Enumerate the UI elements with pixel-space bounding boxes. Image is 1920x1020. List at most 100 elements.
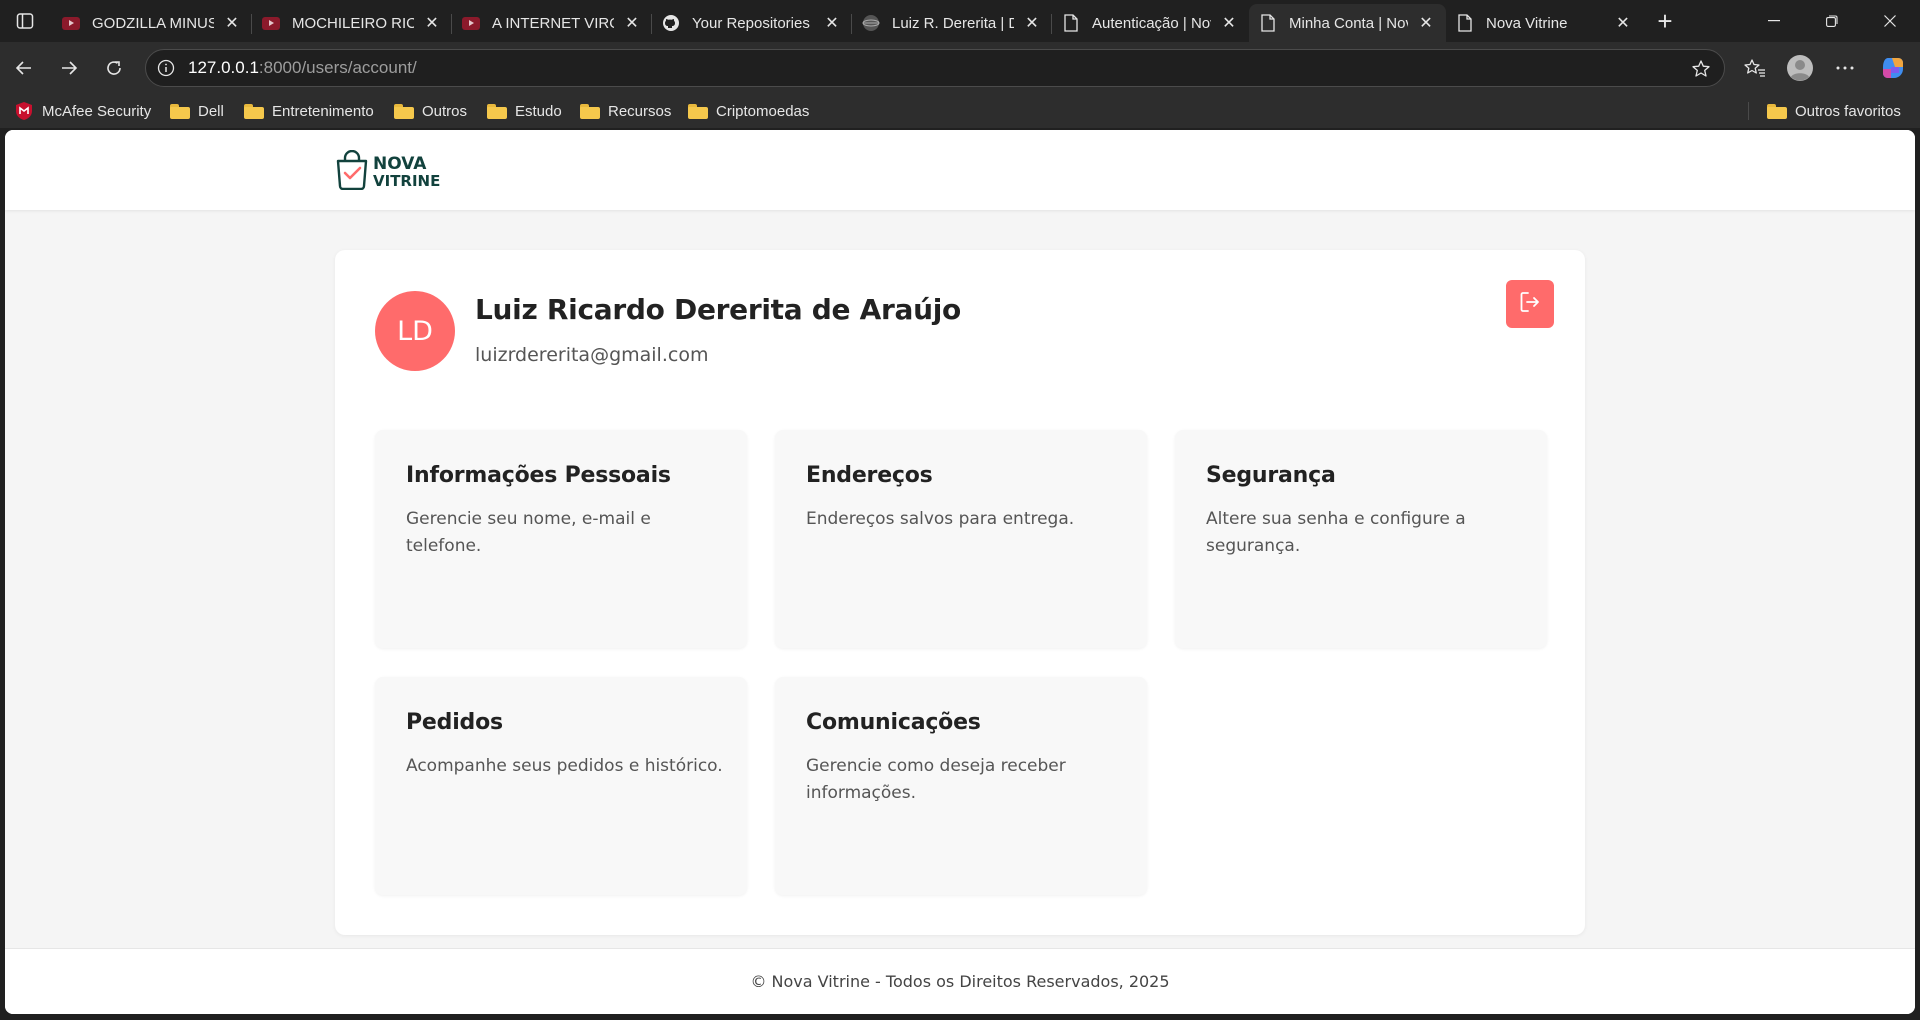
close-icon[interactable]: ✕ — [822, 13, 842, 33]
close-icon[interactable]: ✕ — [622, 13, 642, 33]
close-icon[interactable]: ✕ — [1219, 13, 1239, 33]
section-title: Informações Pessoais — [406, 463, 671, 488]
section-description: Altere sua senha e configure a segurança… — [1206, 509, 1466, 556]
account-card: LD Luiz Ricardo Dererita de Araújo luizr… — [335, 250, 1585, 935]
section-seguranca[interactable]: Segurança Altere sua senha e configure a… — [1175, 430, 1547, 648]
tab-title: MOCHILEIRO RICK — [292, 14, 414, 32]
page-icon — [1259, 14, 1277, 32]
close-icon[interactable]: ✕ — [422, 13, 442, 33]
section-description: Endereços salvos para entrega. — [806, 509, 1075, 529]
site-logo[interactable]: NOVA VITRINE — [335, 149, 441, 195]
browser-toolbar: 127.0.0.1:8000/users/account/ — [0, 42, 1920, 94]
favorites-icon[interactable] — [1738, 51, 1772, 85]
close-icon[interactable]: ✕ — [1416, 13, 1436, 33]
tab-actions-icon[interactable] — [10, 8, 40, 34]
folder-icon — [580, 103, 600, 119]
section-informacoes-pessoais[interactable]: Informações Pessoais Gerencie seu nome, … — [375, 430, 747, 648]
url-host: 127.0.0.1 — [188, 58, 259, 77]
bookmark-folder-outros[interactable]: Outros — [394, 94, 467, 128]
youtube-icon — [462, 14, 480, 32]
site-footer: © Nova Vitrine - Todos os Direitos Reser… — [5, 948, 1915, 1014]
forward-button[interactable] — [52, 51, 86, 85]
globe-icon — [862, 14, 880, 32]
tab-internet[interactable]: A INTERNET VIROU ✕ — [452, 4, 652, 42]
user-email: luizrdererita@gmail.com — [475, 344, 709, 366]
address-bar[interactable]: 127.0.0.1:8000/users/account/ — [145, 49, 1725, 87]
tab-autenticacao[interactable]: Autenticação | Nov ✕ — [1052, 4, 1249, 42]
section-title: Comunicações — [806, 710, 981, 735]
tab-minha-conta[interactable]: Minha Conta | Nov ✕ — [1249, 4, 1446, 42]
bookmark-label: Entretenimento — [272, 102, 374, 120]
tab-mochileiro[interactable]: MOCHILEIRO RICK ✕ — [252, 4, 452, 42]
mcafee-icon — [14, 101, 34, 121]
tab-title: Your Repositories — [692, 14, 810, 32]
restore-button[interactable] — [1803, 0, 1861, 42]
section-title: Pedidos — [406, 710, 503, 735]
logo-line-1: NOVA — [373, 153, 427, 174]
tab-godzilla[interactable]: GODZILLA MINUS ✕ — [52, 4, 252, 42]
section-description: Gerencie seu nome, e-mail e telefone. — [406, 509, 651, 556]
logo-text: NOVA VITRINE — [373, 153, 441, 190]
profile-icon[interactable] — [1783, 51, 1817, 85]
reload-button[interactable] — [97, 51, 131, 85]
logout-icon — [1518, 290, 1542, 319]
bookmark-other-favorites[interactable]: Outros favoritos — [1767, 94, 1901, 128]
bookmark-folder-criptomoedas[interactable]: Criptomoedas — [688, 94, 809, 128]
bookmark-label: Recursos — [608, 102, 672, 120]
folder-icon — [170, 103, 190, 119]
folder-icon — [394, 103, 414, 119]
section-title: Endereços — [806, 463, 933, 488]
bookmark-label: Estudo — [515, 102, 562, 120]
tab-luiz-dererita[interactable]: Luiz R. Dererita | D ✕ — [852, 4, 1052, 42]
folder-icon — [688, 103, 708, 119]
back-button[interactable] — [7, 51, 41, 85]
section-comunicacoes[interactable]: Comunicações Gerencie como deseja recebe… — [775, 677, 1147, 895]
bookmark-folder-dell[interactable]: Dell — [170, 94, 224, 128]
tab-title: Minha Conta | Nov — [1289, 14, 1408, 32]
tab-title: A INTERNET VIROU — [492, 14, 614, 32]
folder-icon — [244, 103, 264, 119]
site-info-icon[interactable] — [156, 58, 176, 78]
tab-title: Nova Vitrine — [1486, 14, 1568, 32]
bookmark-folder-entretenimento[interactable]: Entretenimento — [244, 94, 374, 128]
close-icon[interactable]: ✕ — [1022, 13, 1042, 33]
tab-nova-vitrine[interactable]: Nova Vitrine ✕ — [1446, 4, 1643, 42]
bookmark-label: Outros favoritos — [1795, 102, 1901, 120]
folder-icon — [1767, 103, 1787, 119]
page-icon — [1062, 14, 1080, 32]
tab-title: GODZILLA MINUS — [92, 14, 214, 32]
bookmark-label: McAfee Security — [42, 102, 152, 120]
site-header: NOVA VITRINE — [5, 130, 1915, 210]
folder-icon — [487, 103, 507, 119]
logo-line-2: VITRINE — [373, 171, 441, 190]
copilot-icon[interactable] — [1876, 51, 1910, 85]
youtube-icon — [62, 14, 80, 32]
logout-button[interactable] — [1506, 280, 1554, 328]
page-icon — [1456, 14, 1474, 32]
bookmark-label: Outros — [422, 102, 468, 120]
more-options-icon[interactable] — [1828, 51, 1862, 85]
url-path: :8000/users/account/ — [258, 58, 417, 77]
close-icon[interactable]: ✕ — [222, 13, 242, 33]
bookmark-folder-estudo[interactable]: Estudo — [487, 94, 562, 128]
shopping-bag-icon — [335, 149, 369, 195]
bookmark-mcafee[interactable]: McAfee Security — [14, 94, 151, 128]
bookmark-folder-recursos[interactable]: Recursos — [580, 94, 671, 128]
section-pedidos[interactable]: Pedidos Acompanhe seus pedidos e históri… — [375, 677, 747, 895]
favorite-star-icon[interactable] — [1690, 58, 1712, 80]
bookmark-label: Criptomoedas — [716, 102, 810, 120]
section-enderecos[interactable]: Endereços Endereços salvos para entrega. — [775, 430, 1147, 648]
url-text: 127.0.0.1:8000/users/account/ — [188, 58, 417, 78]
tab-title: Luiz R. Dererita | D — [892, 14, 1014, 32]
minimize-button[interactable] — [1745, 0, 1803, 42]
page-viewport: NOVA VITRINE LD Luiz Ricardo Dererita de… — [5, 130, 1915, 1014]
close-window-button[interactable] — [1861, 0, 1919, 42]
section-title: Segurança — [1206, 463, 1336, 488]
github-icon — [662, 14, 680, 32]
new-tab-button[interactable]: + — [1650, 6, 1680, 36]
bookmark-label: Dell — [198, 102, 224, 120]
close-icon[interactable]: ✕ — [1613, 13, 1633, 33]
tab-title: Autenticação | Nov — [1092, 14, 1211, 32]
tab-bar: GODZILLA MINUS ✕ MOCHILEIRO RICK ✕ A INT… — [0, 0, 1920, 42]
tab-repositories[interactable]: Your Repositories ✕ — [652, 4, 852, 42]
